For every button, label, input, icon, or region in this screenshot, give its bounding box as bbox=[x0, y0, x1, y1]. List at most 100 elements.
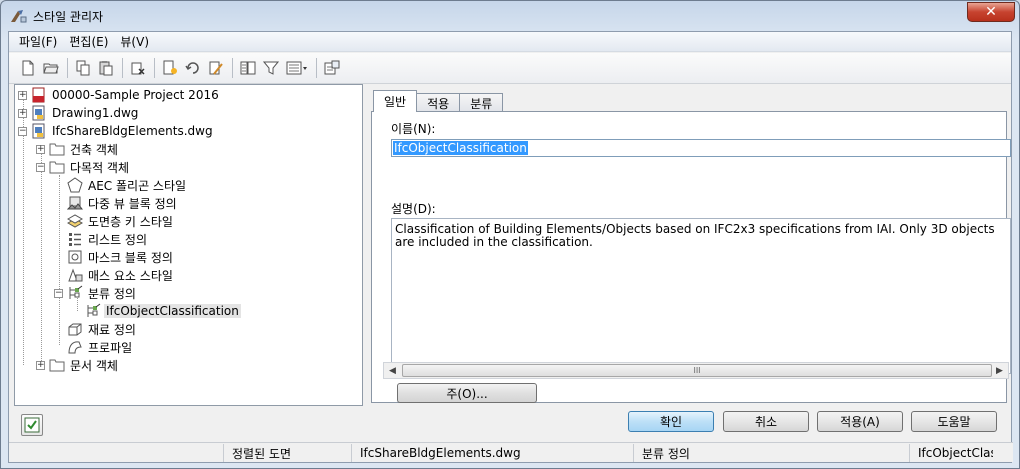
profile-icon bbox=[68, 341, 82, 354]
tree-item-label: 다목적 객체 bbox=[70, 160, 130, 175]
properties-pane: 일반 적용 분류 이름(N): IfcObjectClassification … bbox=[365, 84, 1011, 406]
style-tree[interactable]: + 00000-Sample Project 2016 + Drawing1.d… bbox=[14, 84, 363, 406]
scroll-right-icon[interactable]: ▶ bbox=[991, 363, 1008, 378]
tree-item-label: 마스크 블록 정의 bbox=[88, 250, 173, 265]
set-from-icon bbox=[185, 62, 199, 74]
collapse-toggle[interactable]: − bbox=[18, 126, 27, 136]
expand-toggle[interactable]: + bbox=[18, 108, 27, 118]
purge-button[interactable] bbox=[127, 57, 149, 79]
copy-button[interactable] bbox=[72, 57, 94, 79]
folder-icon bbox=[49, 359, 65, 372]
tab-general[interactable]: 일반 bbox=[373, 90, 418, 112]
tree-item-multi-view-block[interactable]: 다중 뷰 블록 정의 bbox=[67, 194, 179, 212]
tree-item-label: AEC 폴리곤 스타일 bbox=[88, 178, 187, 193]
tree-item-mask-block[interactable]: 마스크 블록 정의 bbox=[67, 248, 175, 266]
open-folder-icon bbox=[43, 63, 59, 74]
cancel-button[interactable]: 취소 bbox=[723, 411, 809, 432]
purge-icon bbox=[131, 62, 145, 75]
title-bar[interactable]: 스타일 관리자 ✕ bbox=[1, 1, 1019, 31]
view-options-button[interactable] bbox=[283, 57, 311, 79]
menu-bar: 파일(F) 편집(E) 뷰(V) bbox=[9, 32, 1011, 52]
tree-item-multipurpose-objects[interactable]: − 다목적 객체 bbox=[36, 158, 131, 176]
tree-item-mass-element-style[interactable]: 매스 요소 스타일 bbox=[67, 266, 175, 284]
toolbar-separator bbox=[67, 58, 68, 78]
toggle-view-mode-button[interactable] bbox=[21, 414, 43, 436]
toggle-view-mode-icon bbox=[24, 417, 40, 433]
window-title: 스타일 관리자 bbox=[33, 9, 104, 24]
dialog-body: 파일(F) 편집(E) 뷰(V) + 00000-Sample Project … bbox=[8, 31, 1012, 463]
tree-item-documentation-objects[interactable]: + 문서 객체 bbox=[36, 356, 120, 374]
tree-item-label: IfcObjectClassification bbox=[104, 304, 241, 318]
tree-item-material-definition[interactable]: 재료 정의 bbox=[67, 320, 138, 338]
expand-toggle[interactable]: + bbox=[36, 360, 45, 370]
notes-button[interactable]: 주(O)... bbox=[397, 383, 537, 403]
toolbar bbox=[9, 53, 1011, 84]
tree-item-label: 문서 객체 bbox=[70, 358, 118, 373]
scroll-left-icon[interactable]: ◀ bbox=[384, 363, 401, 378]
help-button[interactable]: 도움말 bbox=[911, 411, 997, 432]
tree-item-label: 리스트 정의 bbox=[88, 232, 148, 247]
status-bar: 정렬된 도면 IfcShareBldgElements.dwg 분류 정의 If… bbox=[9, 442, 1013, 462]
new-drawing-button[interactable] bbox=[17, 57, 39, 79]
tree-item-aec-polygon-style[interactable]: AEC 폴리곤 스타일 bbox=[67, 176, 188, 194]
new-style-button[interactable] bbox=[159, 57, 181, 79]
style-manager-icon bbox=[11, 10, 27, 23]
tab-classifications[interactable]: 분류 bbox=[459, 93, 504, 112]
name-label: 이름(N): bbox=[391, 122, 436, 136]
name-field[interactable]: IfcObjectClassification bbox=[391, 139, 1011, 157]
set-from-button[interactable] bbox=[182, 57, 204, 79]
toolbar-separator bbox=[154, 58, 155, 78]
toolbar-separator bbox=[232, 58, 233, 78]
toggle-view-button[interactable] bbox=[237, 57, 259, 79]
tab-applies-to[interactable]: 적용 bbox=[416, 93, 461, 112]
edit-style-button[interactable] bbox=[205, 57, 227, 79]
material-icon bbox=[68, 323, 82, 336]
inline-edit-icon bbox=[324, 60, 340, 75]
ok-button[interactable]: 확인 bbox=[628, 411, 714, 432]
tree-item-label: 분류 정의 bbox=[88, 286, 136, 301]
tree-item-label: 다중 뷰 블록 정의 bbox=[88, 196, 177, 211]
folder-icon bbox=[49, 161, 65, 174]
multi-view-block-icon bbox=[67, 196, 83, 210]
tree-item-profile[interactable]: 프로파일 bbox=[67, 338, 134, 356]
view-list-icon bbox=[286, 61, 307, 75]
filter-button[interactable] bbox=[260, 57, 282, 79]
tree-item-list-definition[interactable]: 리스트 정의 bbox=[67, 230, 149, 248]
scroll-thumb[interactable]: III bbox=[402, 364, 992, 377]
tree-item-label: 프로파일 bbox=[88, 340, 133, 355]
menu-view[interactable]: 뷰(V) bbox=[114, 33, 155, 50]
inline-edit-button[interactable] bbox=[321, 57, 343, 79]
description-field[interactable]: Classification of Building Elements/Obje… bbox=[391, 218, 1011, 374]
menu-file[interactable]: 파일(F) bbox=[13, 33, 63, 50]
dwg-file-icon bbox=[32, 105, 45, 121]
style-manager-window: 스타일 관리자 ✕ 파일(F) 편집(E) 뷰(V) + 00000-Sampl… bbox=[0, 0, 1020, 469]
tree-item-layer-key-style[interactable]: 도면층 키 스타일 bbox=[67, 212, 175, 230]
tree-item-drawing1[interactable]: + Drawing1.dwg bbox=[18, 104, 140, 122]
toolbar-separator bbox=[122, 58, 123, 78]
grip-icon: III bbox=[693, 366, 701, 375]
tree-item-classification-definition[interactable]: − 분류 정의 bbox=[54, 284, 138, 302]
horizontal-scrollbar[interactable]: ◀ III ▶ bbox=[383, 362, 1009, 379]
tree-item-project[interactable]: + 00000-Sample Project 2016 bbox=[18, 86, 221, 104]
collapse-toggle[interactable]: − bbox=[36, 162, 45, 172]
tree-item-architectural-objects[interactable]: + 건축 객체 bbox=[36, 140, 120, 158]
menu-edit[interactable]: 편집(E) bbox=[63, 33, 114, 50]
status-drawing: IfcShareBldgElements.dwg bbox=[351, 444, 633, 462]
layer-key-icon bbox=[67, 214, 83, 228]
filter-icon bbox=[263, 61, 279, 75]
new-file-icon bbox=[22, 60, 34, 76]
close-button[interactable]: ✕ bbox=[967, 2, 1015, 22]
expand-toggle[interactable]: + bbox=[36, 144, 45, 154]
apply-button[interactable]: 적용(A) bbox=[817, 411, 903, 432]
tab-strip: 일반 적용 분류 bbox=[373, 90, 504, 112]
collapse-toggle[interactable]: − bbox=[54, 288, 63, 298]
tree-item-label: 도면층 키 스타일 bbox=[88, 214, 173, 229]
paste-icon bbox=[99, 61, 113, 76]
paste-button[interactable] bbox=[95, 57, 117, 79]
open-drawing-button[interactable] bbox=[40, 57, 62, 79]
classification-icon bbox=[69, 285, 83, 299]
expand-toggle[interactable]: + bbox=[18, 90, 27, 100]
tree-item-ifcshare[interactable]: − IfcShareBldgElements.dwg bbox=[18, 122, 215, 140]
tree-item-ifcobjectclassification[interactable]: IfcObjectClassification bbox=[85, 302, 241, 320]
toggle-view-icon bbox=[240, 61, 256, 75]
